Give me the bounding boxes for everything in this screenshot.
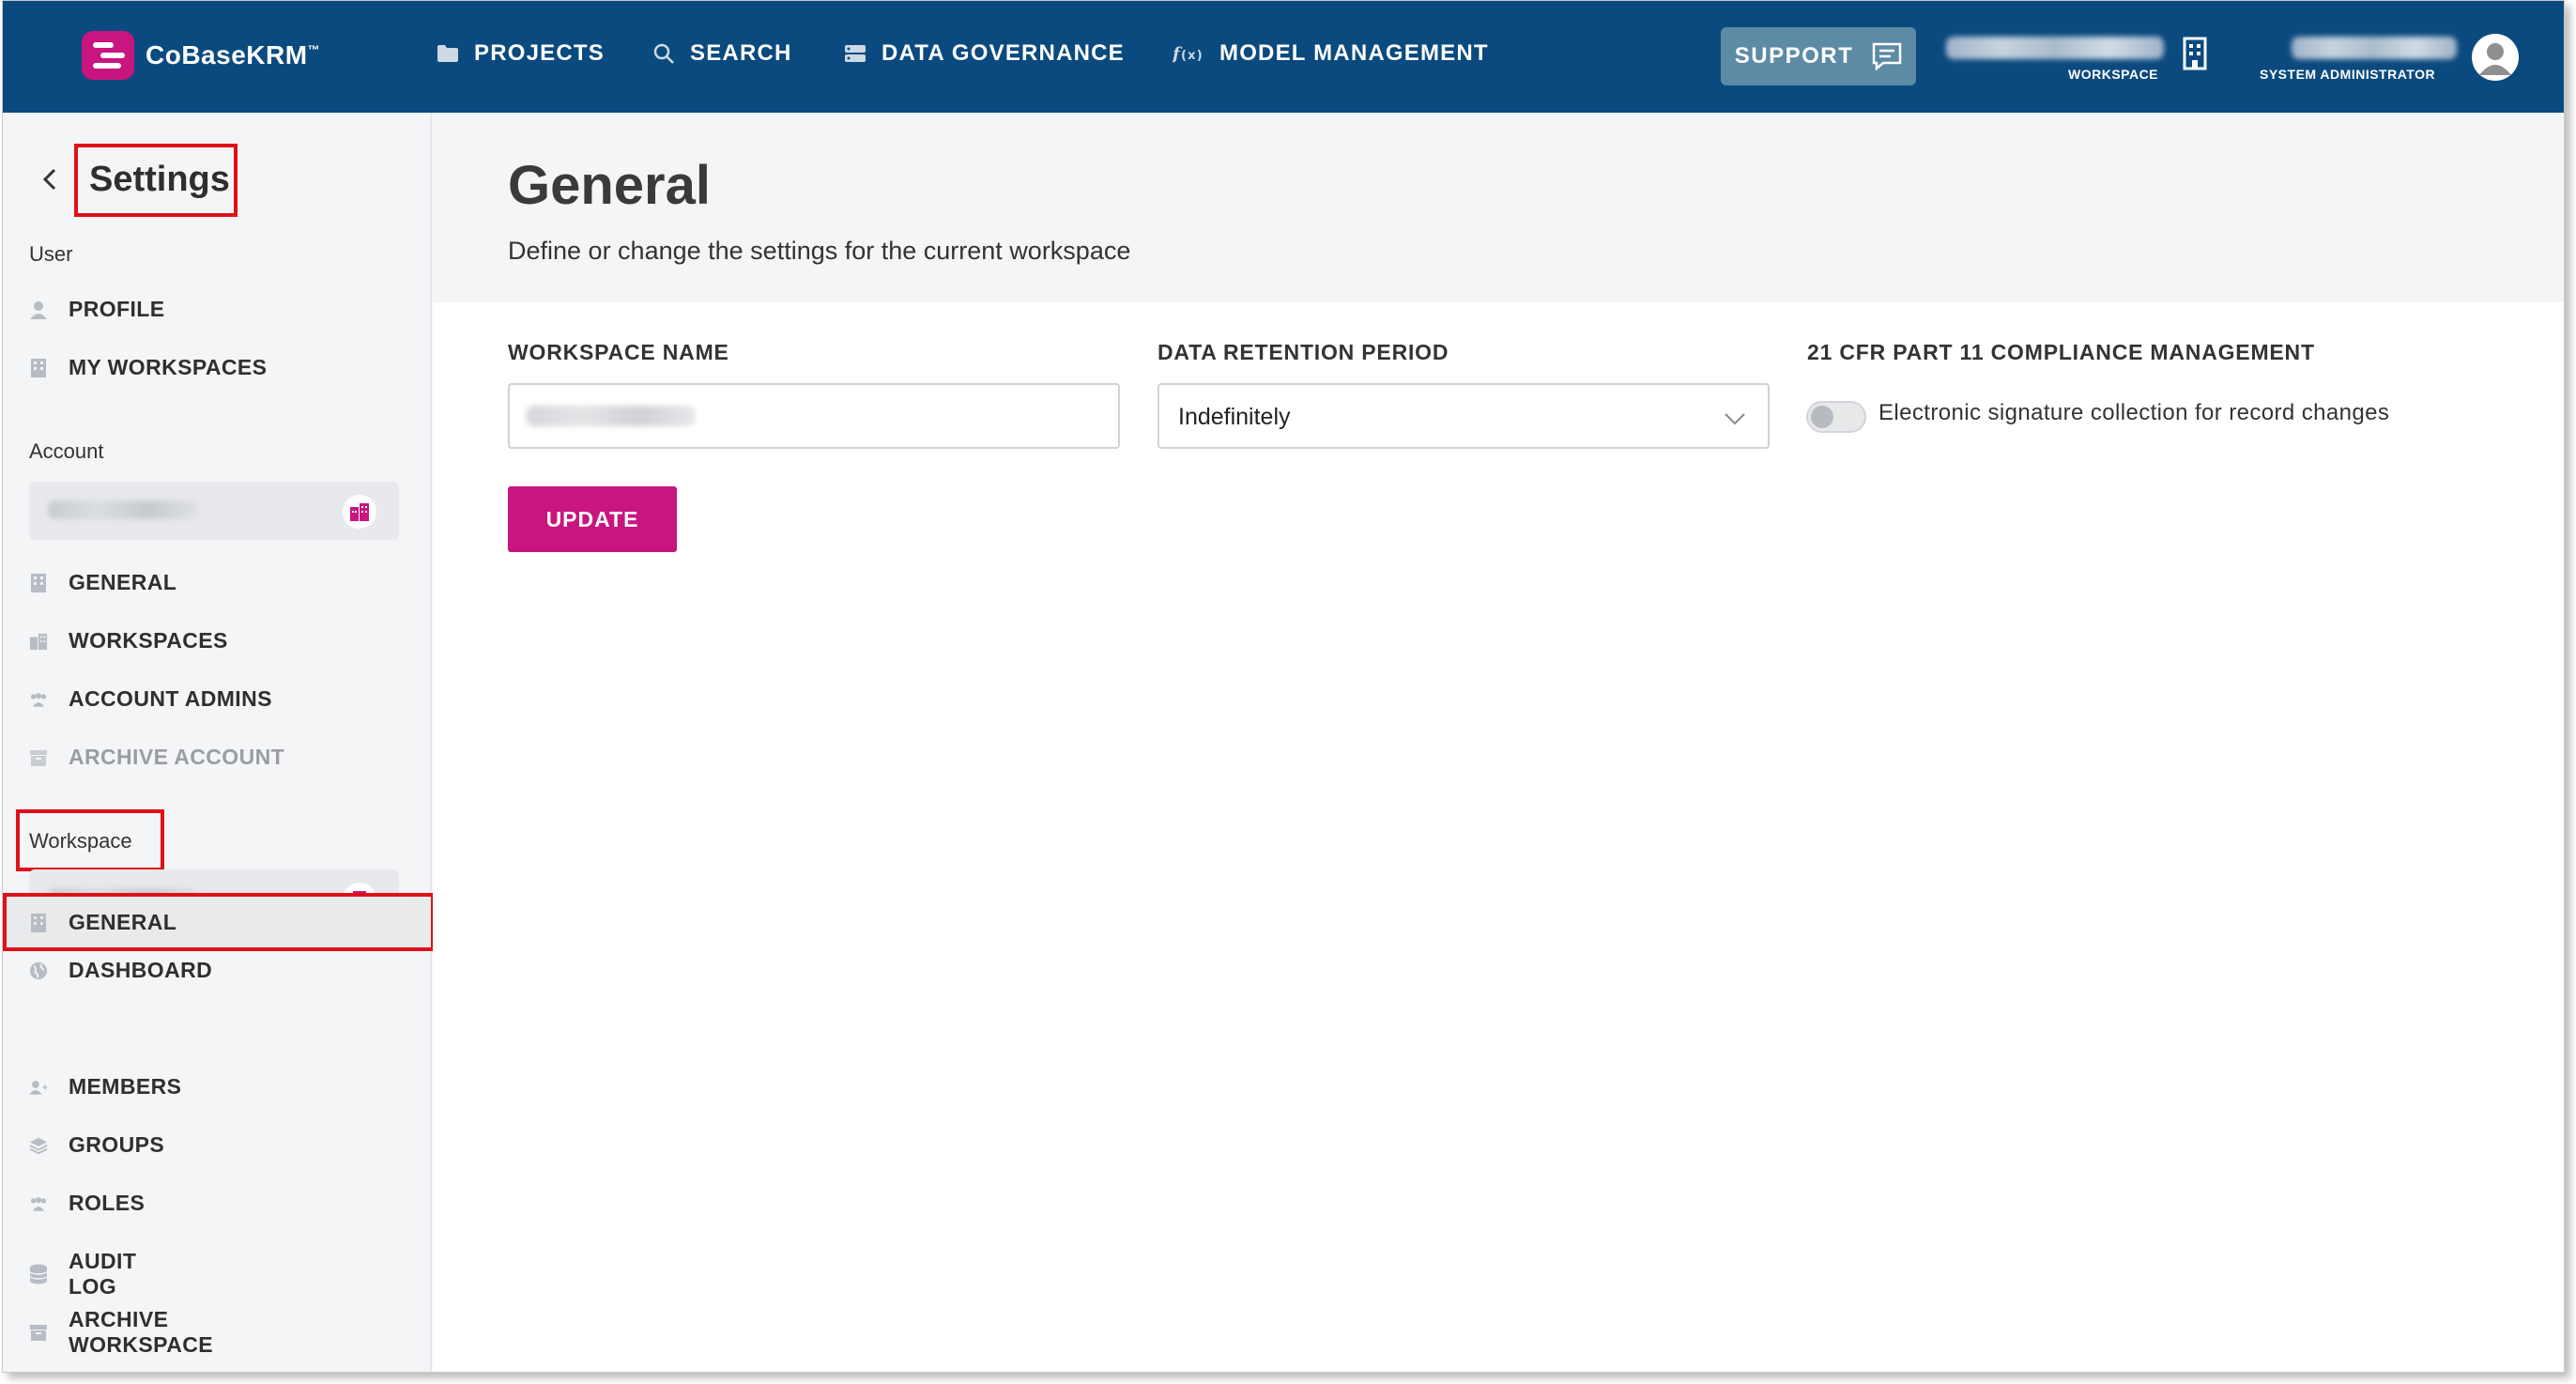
sidebar-item-dashboard[interactable]: DASHBOARD	[29, 958, 212, 983]
database-icon	[845, 45, 866, 62]
section-user: User	[29, 242, 73, 266]
workspace-name-input[interactable]	[508, 383, 1120, 449]
sidebar-item-account-general[interactable]: GENERAL	[29, 570, 176, 595]
section-account: Account	[29, 439, 104, 463]
top-navigation-bar: CoBaseKRM™ PROJECTS SEARCH DATA GOVERNAN…	[3, 1, 2564, 113]
chevron-left-icon[interactable]	[42, 167, 57, 192]
add-person-icon	[29, 1078, 48, 1097]
user-avatar-icon	[2479, 43, 2511, 75]
search-icon	[653, 43, 674, 64]
page-subtitle: Define or change the settings for the cu…	[508, 237, 1131, 265]
svg-text:(x): (x)	[1181, 49, 1204, 63]
workspace-caption: WORKSPACE	[2068, 67, 2159, 82]
role-caption: SYSTEM ADMINISTRATOR	[2260, 67, 2436, 82]
support-button[interactable]: SUPPORT	[1721, 27, 1916, 85]
people-icon	[29, 1194, 48, 1213]
building-icon[interactable]	[2183, 37, 2207, 70]
retention-select[interactable]: Indefinitely	[1158, 383, 1770, 449]
workspace-name-label: WORKSPACE NAME	[508, 340, 729, 364]
chat-icon	[1873, 42, 1902, 70]
esignature-toggle[interactable]	[1806, 401, 1866, 433]
workspace-name-value-redacted	[527, 406, 696, 426]
chevron-down-icon	[1725, 413, 1745, 425]
sidebar-item-groups[interactable]: GROUPS	[29, 1132, 164, 1158]
buildings-icon	[350, 503, 369, 521]
esignature-toggle-label: Electronic signature collection for reco…	[1878, 400, 2390, 425]
page-header: General Define or change the settings fo…	[433, 113, 2564, 304]
sidebar-item-archive-workspace[interactable]: ARCHIVE WORKSPACE	[29, 1307, 213, 1358]
highlight-box-workspace	[16, 809, 164, 871]
highlight-box-general	[3, 893, 435, 951]
retention-label: DATA RETENTION PERIOD	[1158, 340, 1449, 364]
layers-icon	[29, 1136, 48, 1155]
sidebar-item-members[interactable]: MEMBERS	[29, 1074, 181, 1100]
nav-projects[interactable]: PROJECTS	[437, 40, 605, 67]
app-window: CoBaseKRM™ PROJECTS SEARCH DATA GOVERNAN…	[2, 0, 2565, 1373]
avatar[interactable]	[2472, 34, 2519, 81]
update-button[interactable]: UPDATE	[508, 486, 677, 552]
workspace-name-redacted[interactable]	[1946, 37, 2164, 59]
toggle-knob	[1811, 406, 1833, 428]
sidebar-item-audit-log[interactable]: AUDIT LOG	[29, 1249, 136, 1299]
page-title: General	[508, 155, 711, 216]
database-icon	[29, 1264, 48, 1284]
account-selector[interactable]	[29, 482, 399, 540]
sidebar-item-workspaces[interactable]: WORKSPACES	[29, 628, 228, 654]
archive-icon	[29, 1323, 48, 1342]
nav-data-governance[interactable]: DATA GOVERNANCE	[844, 40, 1125, 67]
buildings-icon	[29, 632, 48, 651]
settings-sidebar: Settings User PROFILE MY WORKSPACES Acco…	[3, 113, 432, 1372]
nav-search[interactable]: SEARCH	[652, 40, 792, 67]
sidebar-item-my-workspaces[interactable]: MY WORKSPACES	[29, 355, 267, 380]
nav-model-management[interactable]: f (x) MODEL MANAGEMENT	[1173, 40, 1489, 67]
people-icon	[29, 690, 48, 709]
account-name-redacted	[48, 500, 198, 519]
sidebar-item-profile[interactable]: PROFILE	[29, 297, 164, 322]
user-name-redacted[interactable]	[2292, 37, 2457, 59]
archive-icon	[29, 748, 48, 767]
compliance-label: 21 CFR PART 11 COMPLIANCE MANAGEMENT	[1807, 340, 2315, 364]
person-icon	[29, 300, 48, 319]
sidebar-item-roles[interactable]: ROLES	[29, 1191, 145, 1216]
folder-icon	[437, 45, 458, 62]
account-badge	[343, 495, 376, 529]
app-logo-text[interactable]: CoBaseKRM™	[146, 40, 320, 70]
building-icon	[29, 573, 48, 592]
logo-icon	[82, 31, 134, 80]
building-icon	[29, 358, 48, 377]
sidebar-item-archive-account[interactable]: ARCHIVE ACCOUNT	[29, 745, 284, 770]
function-icon: f (x)	[1173, 44, 1204, 64]
sidebar-item-account-admins[interactable]: ACCOUNT ADMINS	[29, 686, 272, 712]
retention-value: Indefinitely	[1178, 404, 1291, 430]
general-settings-form: WORKSPACE NAME DATA RETENTION PERIOD Ind…	[433, 302, 2564, 1372]
globe-icon	[29, 961, 48, 980]
highlight-box-settings	[74, 144, 238, 217]
